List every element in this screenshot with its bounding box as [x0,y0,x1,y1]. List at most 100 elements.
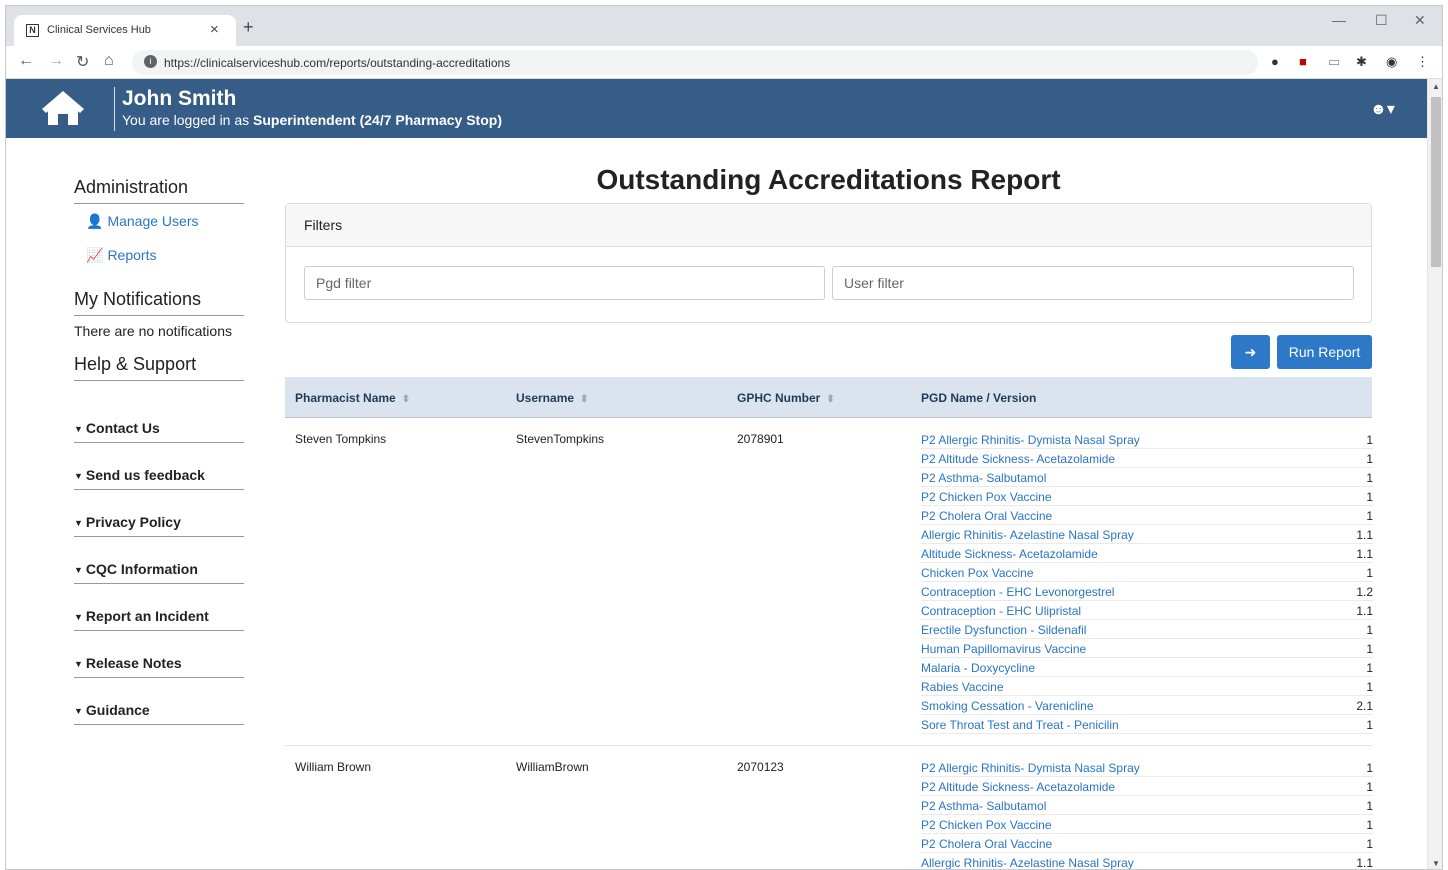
accordion-label: CQC Information [85,561,198,577]
chart-line-icon: 📈 [86,247,104,263]
address-bar[interactable]: i https://clinicalserviceshub.com/report… [132,50,1258,75]
pgd-name-link[interactable]: P2 Cholera Oral Vaccine [921,509,1052,523]
sort-icon[interactable]: ⬍ [402,394,410,405]
browser-menu-icon[interactable]: ⋮ [1416,54,1429,70]
pgd-name-link[interactable]: P2 Allergic Rhinitis- Dymista Nasal Spra… [921,433,1140,447]
caret-down-icon: ▼ [74,612,83,622]
pgd-version: 1.1 [1356,604,1373,618]
reload-icon[interactable]: ↻ [76,52,89,72]
column-header-gphc-number[interactable]: GPHC Number ⬍ [737,391,835,405]
accordion-guidance[interactable]: ▼ Guidance [74,702,150,718]
divider [74,315,244,316]
accordion-label: Send us feedback [85,467,205,483]
header-divider [114,87,115,131]
pgd-version: 1 [1366,452,1373,466]
accordion-release-notes[interactable]: ▼ Release Notes [74,655,182,671]
column-header-username[interactable]: Username ⬍ [516,391,588,405]
pgd-name-link[interactable]: Human Papillomavirus Vaccine [921,642,1086,656]
pgd-list-item: Erectile Dysfunction - Sildenafil 1 [921,620,1373,639]
pgd-name-link[interactable]: Sore Throat Test and Treat - Penicilin [921,718,1119,732]
back-icon[interactable]: ← [18,52,34,70]
pgd-version: 1 [1366,490,1373,504]
accordion-send-feedback[interactable]: ▼ Send us feedback [74,467,205,483]
site-info-icon[interactable]: i [144,55,157,68]
pgd-name-link[interactable]: Allergic Rhinitis- Azelastine Nasal Spra… [921,528,1134,542]
pgd-name-link[interactable]: Allergic Rhinitis- Azelastine Nasal Spra… [921,856,1134,869]
user-menu-icon[interactable]: ☻▾ [1370,99,1395,119]
divider [74,724,244,725]
pgd-list-item: P2 Allergic Rhinitis- Dymista Nasal Spra… [921,758,1373,777]
scroll-thumb[interactable] [1431,97,1441,267]
accordion-report-incident[interactable]: ▼ Report an Incident [74,608,209,624]
accordion-contact-us[interactable]: ▼ Contact Us [74,420,160,436]
cast-icon[interactable]: ▭ [1328,54,1340,70]
pgd-version: 1 [1366,509,1373,523]
divider [74,630,244,631]
sort-icon[interactable]: ⬍ [826,394,834,405]
pgd-name-link[interactable]: P2 Asthma- Salbutamol [921,799,1046,813]
caret-down-icon: ▼ [74,706,83,716]
pgd-list-item: P2 Chicken Pox Vaccine 1 [921,487,1373,506]
pgd-version: 2.1 [1356,699,1373,713]
sidebar-item-manage-users[interactable]: 👤 Manage Users [86,213,198,230]
pgd-name-link[interactable]: P2 Altitude Sickness- Acetazolamide [921,780,1115,794]
new-tab-icon[interactable]: + [243,17,254,38]
pgd-name-link[interactable]: P2 Cholera Oral Vaccine [921,837,1052,851]
page-scrollbar[interactable]: ▲ ▼ [1427,79,1442,869]
pgd-name-link[interactable]: Contraception - EHC Levonorgestrel [921,585,1114,599]
pgd-filter-input[interactable] [304,266,825,300]
accordion-label: Contact Us [85,420,160,436]
pgd-list-item: P2 Altitude Sickness- Acetazolamide 1 [921,449,1373,468]
page-viewport: John Smith You are logged in as Superint… [6,79,1442,870]
scroll-up-icon[interactable]: ▲ [1432,82,1440,91]
pgd-name-link[interactable]: Erectile Dysfunction - Sildenafil [921,623,1086,637]
accordion-privacy-policy[interactable]: ▼ Privacy Policy [74,514,181,530]
user-filter-input[interactable] [832,266,1354,300]
home-icon[interactable] [42,91,84,127]
pgd-name-link[interactable]: Altitude Sickness- Acetazolamide [921,547,1098,561]
run-report-button[interactable]: Run Report [1277,335,1372,369]
filters-panel: Filters [285,203,1372,323]
pgd-name-link[interactable]: Smoking Cessation - Varenicline [921,699,1094,713]
pgd-name-link[interactable]: Contraception - EHC Ulipristal [921,604,1081,618]
pgd-name-link[interactable]: Rabies Vaccine [921,680,1004,694]
scroll-down-icon[interactable]: ▼ [1432,859,1440,868]
pgd-name-link[interactable]: P2 Chicken Pox Vaccine [921,490,1052,504]
pgd-name-link[interactable]: P2 Altitude Sickness- Acetazolamide [921,452,1115,466]
forward-icon[interactable]: → [48,52,64,70]
pgd-name-link[interactable]: P2 Chicken Pox Vaccine [921,818,1052,832]
column-label: Username [516,391,575,405]
pgd-list-item: Altitude Sickness- Acetazolamide 1.1 [921,544,1373,563]
gphc-number-cell: 2078901 [737,432,784,446]
extension-circle-icon[interactable]: ● [1271,54,1279,69]
pgd-version: 1 [1366,837,1373,851]
extensions-puzzle-icon[interactable]: ✱ [1356,54,1367,70]
url-text: https://clinicalserviceshub.com/reports/… [164,56,511,70]
close-tab-icon[interactable]: × [210,21,219,38]
sidebar-item-reports[interactable]: 📈 Reports [86,247,156,264]
pgd-name-link[interactable]: Malaria - Doxycycline [921,661,1035,675]
maximize-icon[interactable]: ☐ [1375,12,1388,29]
divider [74,380,244,381]
divider [74,583,244,584]
window-close-icon[interactable]: ✕ [1414,12,1426,29]
profile-icon[interactable]: ◉ [1386,54,1397,70]
minimize-icon[interactable]: — [1332,12,1346,28]
browser-toolbar: ← → ↻ ⌂ i https://clinicalserviceshub.co… [6,46,1442,79]
export-button[interactable]: ➜ [1231,335,1270,369]
pgd-version: 1 [1366,642,1373,656]
browser-tab[interactable]: N Clinical Services Hub × [14,15,236,46]
pgd-version: 1.1 [1356,856,1373,870]
username-cell: StevenTompkins [516,432,605,446]
home-browser-icon[interactable]: ⌂ [104,52,114,70]
pgd-name-link[interactable]: P2 Asthma- Salbutamol [921,471,1046,485]
accordion-cqc-information[interactable]: ▼ CQC Information [74,561,198,577]
pgd-name-link[interactable]: P2 Allergic Rhinitis- Dymista Nasal Spra… [921,761,1140,775]
pdf-extension-icon[interactable]: ■ [1299,54,1307,69]
pgd-version: 1.1 [1356,547,1373,561]
pgd-list-item: Smoking Cessation - Varenicline 2.1 [921,696,1373,715]
notifications-heading: My Notifications [74,289,202,309]
pgd-name-link[interactable]: Chicken Pox Vaccine [921,566,1034,580]
sort-icon[interactable]: ⬍ [580,394,588,405]
column-header-pharmacist-name[interactable]: Pharmacist Name ⬍ [295,391,410,405]
